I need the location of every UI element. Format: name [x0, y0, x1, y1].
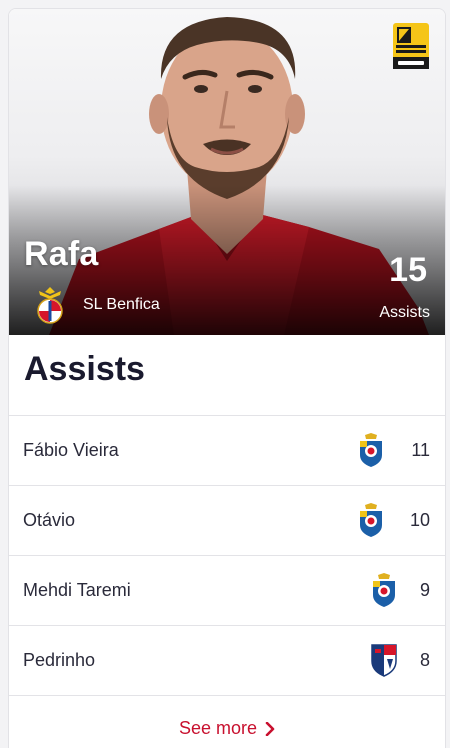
liga-portugal-bwin-logo-icon — [393, 23, 429, 69]
player-team: SL Benfica — [33, 285, 160, 325]
list-item[interactable]: Otávio 10 — [9, 485, 445, 555]
player-name: Otávio — [23, 510, 76, 530]
benfica-crest-icon — [37, 287, 63, 324]
fc-porto-crest-icon — [360, 503, 382, 537]
player-name: Fábio Vieira — [23, 440, 119, 460]
list-item[interactable]: Fábio Vieira 11 — [9, 415, 445, 485]
list-item[interactable]: Pedrinho 8 — [9, 625, 445, 695]
gil-vicente-crest-icon — [371, 644, 397, 677]
player-name: Pedrinho — [23, 650, 96, 670]
top-assists-card: Rafa SL Benfica 15 Assists Assists Fábio… — [8, 8, 446, 748]
fc-porto-crest-icon — [373, 573, 395, 607]
leaderboard-list: Fábio Vieira 11 Otávio 10 Mehdi Taremi 9… — [9, 415, 445, 695]
player-stat-label: Assists — [379, 304, 430, 321]
fc-porto-crest-icon — [360, 433, 382, 467]
chevron-right-icon — [265, 721, 275, 736]
player-name: Rafa — [24, 235, 99, 273]
see-more-label: See more — [178, 718, 258, 738]
section-title: Assists — [24, 350, 145, 388]
list-item[interactable]: Mehdi Taremi 9 — [9, 555, 445, 625]
featured-player-hero[interactable]: Rafa SL Benfica 15 Assists — [9, 9, 445, 335]
see-more-link[interactable]: See more — [9, 695, 445, 748]
player-stat-value: 15 — [389, 251, 427, 289]
assists-count: 10 — [409, 510, 430, 530]
assists-count: 8 — [419, 650, 430, 670]
assists-count: 9 — [419, 580, 430, 600]
assists-count: 11 — [411, 440, 430, 460]
player-name: Mehdi Taremi — [23, 580, 131, 600]
team-name: SL Benfica — [83, 296, 160, 313]
